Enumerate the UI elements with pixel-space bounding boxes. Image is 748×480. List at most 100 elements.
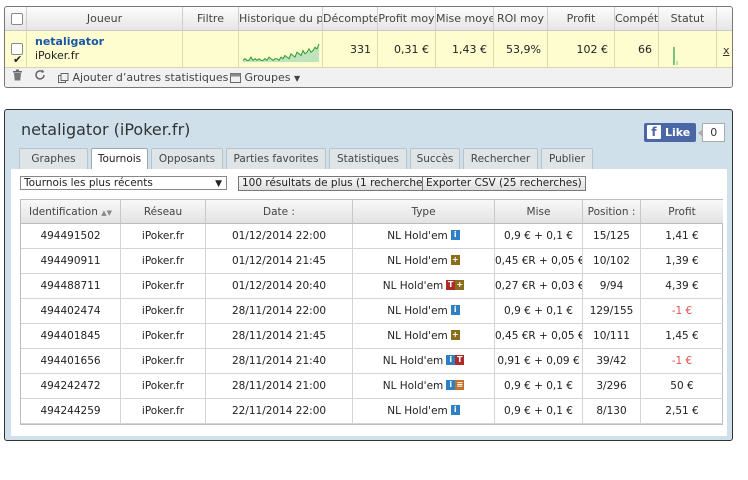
facebook-like[interactable]: f Like 0 xyxy=(644,122,726,142)
col-identification-label: Identification xyxy=(29,206,98,218)
tournament-type-badges: + xyxy=(450,330,460,340)
col-identification[interactable]: Identification ▲▼ xyxy=(21,200,121,224)
col-profit[interactable]: Profit xyxy=(548,7,615,31)
player-grid: Joueur Filtre Historique du p Décompte P… xyxy=(4,6,733,88)
filter-cell[interactable] xyxy=(183,31,239,68)
table-row[interactable]: 494242472 iPoker.fr 28/11/2014 21:00 NL Hol… xyxy=(21,374,723,399)
table-row[interactable]: 494401656 iPoker.fr 28/11/2014 21:40 NL Hol… xyxy=(21,349,723,374)
cell-id: 494490911 xyxy=(21,249,121,274)
cell-position: 15/125 xyxy=(583,224,641,249)
cell-stake-text: 0,45 €R + 0,05 € xyxy=(495,330,583,342)
tab-rechercher[interactable]: Rechercher xyxy=(463,148,538,169)
tournament-type-badges: iT xyxy=(446,355,465,365)
grid-header: Joueur Filtre Historique du p Décompte P… xyxy=(5,7,732,31)
cell-date: 28/11/2014 21:00 xyxy=(206,374,353,399)
table-row[interactable]: 494402474 iPoker.fr 28/11/2014 22:00 NL Hol… xyxy=(21,299,723,324)
col-joueur[interactable]: Joueur xyxy=(27,7,183,31)
tab-publier[interactable]: Publier xyxy=(541,148,593,169)
cell-position-text: 8/130 xyxy=(596,405,627,417)
cell-type-text: NL Hold'em xyxy=(387,305,448,317)
cell-profit-text: 1,39 € xyxy=(665,255,699,267)
cell-type-text: NL Hold'em xyxy=(382,280,444,292)
col-reseau[interactable]: Réseau xyxy=(121,200,206,224)
tournament-type-badges: i xyxy=(450,230,460,240)
cell-position-text: 10/102 xyxy=(593,255,630,267)
export-csv-button[interactable]: Exporter CSV (25 recherches) xyxy=(422,176,586,191)
add-stats-button[interactable]: Ajouter d’autres statistiques xyxy=(58,68,229,87)
cell-stake: 0,9 € + 0,1 € xyxy=(495,399,583,424)
col-position[interactable]: Position : xyxy=(583,200,641,224)
cell-type: NL Hold'em i xyxy=(353,399,495,424)
table-badge-icon: ≡ xyxy=(455,380,465,390)
table-row[interactable]: 494491502 iPoker.fr 01/12/2014 22:00 NL Hol… xyxy=(21,224,723,249)
cell-type: NL Hold'em i ≡ xyxy=(353,374,495,399)
trash-icon[interactable] xyxy=(12,68,23,87)
row-check-cell xyxy=(5,31,27,68)
like-button[interactable]: f Like xyxy=(644,122,697,142)
plus-badge-icon: + xyxy=(455,280,465,290)
col-roi-moy[interactable]: ROI moy xyxy=(494,7,548,31)
cell-id: 494491502 xyxy=(21,224,121,249)
avg-stake-value: 1,43 € xyxy=(436,31,494,68)
col-profit-moy[interactable]: Profit moy xyxy=(378,7,436,31)
tournament-filter-select[interactable]: Tournois les plus récents ▼ xyxy=(20,176,227,190)
cell-date: 28/11/2014 22:00 xyxy=(206,299,353,324)
refresh-icon[interactable] xyxy=(34,68,46,87)
tab-statistiques[interactable]: Statistiques xyxy=(329,148,407,169)
cell-position: 9/94 xyxy=(583,274,641,299)
player-name-link[interactable]: netaligator xyxy=(35,35,104,49)
col-decompte[interactable]: Décompte xyxy=(323,7,378,31)
col-historique[interactable]: Historique du p xyxy=(239,7,323,31)
col-mise[interactable]: Mise xyxy=(495,200,583,224)
cell-type-text: NL Hold'em xyxy=(382,380,444,392)
col-competitions[interactable]: Compét xyxy=(615,7,659,31)
col-statut[interactable]: Statut xyxy=(659,7,717,31)
avg-profit-value: 0,31 € xyxy=(378,31,436,68)
cell-stake: 0,27 €R + 0,03 € xyxy=(495,274,583,299)
status-bars xyxy=(673,47,678,65)
cell-profit: -1 € xyxy=(641,349,723,374)
col-type[interactable]: Type xyxy=(353,200,495,224)
cell-id-text: 494401845 xyxy=(40,330,101,342)
cell-date: 01/12/2014 21:45 xyxy=(206,249,353,274)
select-all-checkbox[interactable] xyxy=(11,13,23,25)
cell-id-text: 494402474 xyxy=(40,305,101,317)
groups-button[interactable]: Groupes ▼ xyxy=(230,68,300,87)
table-row[interactable]: 494244259 iPoker.fr 22/11/2014 22:00 NL Hol… xyxy=(21,399,723,424)
cell-position-text: 129/155 xyxy=(589,305,634,317)
like-label: Like xyxy=(665,125,691,139)
col-profit[interactable]: Profit xyxy=(641,200,723,224)
col-filtre[interactable]: Filtre xyxy=(183,7,239,31)
cell-date-text: 01/12/2014 22:00 xyxy=(231,230,327,242)
cell-type: NL Hold'em T + xyxy=(353,274,495,299)
cell-position: 129/155 xyxy=(583,299,641,324)
cell-date: 22/11/2014 22:00 xyxy=(206,399,353,424)
cell-stake: 0,91 € + 0,09 € xyxy=(495,349,583,374)
tab-parties-favorites[interactable]: Parties favorites xyxy=(226,148,326,169)
table-row[interactable]: 494490911 iPoker.fr 01/12/2014 21:45 NL Hol… xyxy=(21,249,723,274)
cell-id: 494402474 xyxy=(21,299,121,324)
cell-id-text: 494242472 xyxy=(40,380,101,392)
more-results-button[interactable]: 100 résultats de plus (1 recherche) xyxy=(238,176,431,191)
cell-network: iPoker.fr xyxy=(121,399,206,424)
player-cell: netaligator iPoker.fr xyxy=(27,31,183,68)
cell-id-text: 494401656 xyxy=(40,355,101,367)
remove-player-link[interactable]: x xyxy=(723,44,730,57)
cell-stake: 0,9 € + 0,1 € xyxy=(495,374,583,399)
col-mise-moy[interactable]: Mise moye xyxy=(436,7,494,31)
cell-position: 10/102 xyxy=(583,249,641,274)
col-date[interactable]: Date : xyxy=(206,200,353,224)
tab-tournois[interactable]: Tournois xyxy=(91,148,148,170)
table-row[interactable]: 494488711 iPoker.fr 01/12/2014 20:40 NL Hol… xyxy=(21,274,723,299)
cell-position-text: 15/125 xyxy=(593,230,630,242)
tab-opposants[interactable]: Opposants xyxy=(151,148,223,169)
profit-value: 102 € xyxy=(548,31,615,68)
add-stats-label: Ajouter d’autres statistiques xyxy=(72,71,229,84)
tab-succes[interactable]: Succès xyxy=(410,148,460,169)
cell-network: iPoker.fr xyxy=(121,274,206,299)
tab-graphes[interactable]: Graphes xyxy=(19,148,88,169)
row-checkbox[interactable] xyxy=(11,41,23,68)
table-row[interactable]: 494401845 iPoker.fr 28/11/2014 21:45 NL Hol… xyxy=(21,324,723,349)
status-cell xyxy=(659,31,717,68)
player-row[interactable]: netaligator iPoker.fr 331 0,31 € 1,43 € … xyxy=(5,31,732,68)
